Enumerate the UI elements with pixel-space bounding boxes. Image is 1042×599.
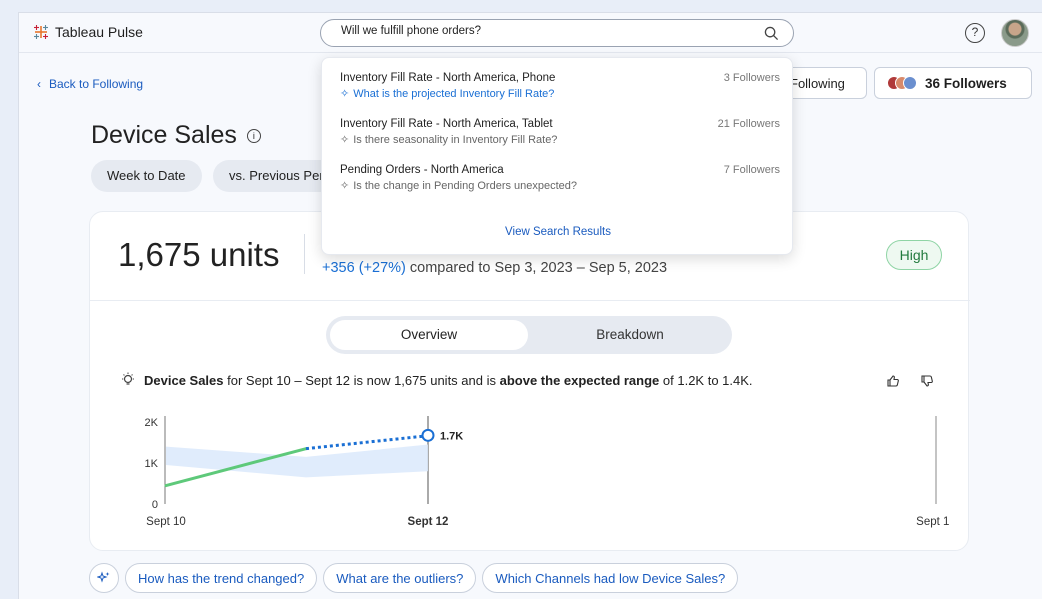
app-name: Tableau Pulse: [55, 24, 143, 40]
back-link-label: Back to Following: [49, 77, 144, 91]
divider: [90, 300, 970, 301]
search-icon[interactable]: [764, 26, 779, 41]
trend-chart: 2K 1K 0 1.7K Sept 10 Sept 12 Sept 16: [145, 416, 950, 528]
suggestion-chip[interactable]: Which Channels had low Device Sales?: [482, 563, 739, 593]
insight-text: Device Sales for Sept 10 – Sept 12 is no…: [120, 372, 753, 388]
metric-delta: +356: [322, 260, 355, 276]
insight-metric: Device Sales: [144, 372, 224, 388]
back-link[interactable]: ‹ Back to Following: [37, 77, 143, 91]
lightbulb-icon: [122, 372, 134, 385]
status-badge: High: [886, 240, 942, 270]
sparkle-icon: ✧: [340, 134, 350, 146]
metric-comparison: +356 (+27%) compared to Sep 3, 2023 – Se…: [322, 260, 667, 276]
search-suggestions-dropdown: Inventory Fill Rate - North America, Pho…: [321, 57, 793, 255]
insight-emphasis: above the expected range: [499, 372, 660, 388]
result-title: Pending Orders - North America: [340, 164, 504, 176]
user-avatar[interactable]: [1001, 19, 1029, 47]
insight-text-a: for Sept 10 – Sept 12 is now 1,675 units…: [227, 372, 496, 388]
tableau-logo-icon: [34, 25, 48, 39]
x-tick-label: Sept 16: [916, 516, 950, 528]
insight-text-b: of 1.2K to 1.4K.: [662, 372, 753, 388]
projected-series-line: [305, 434, 423, 451]
tab-overview[interactable]: Overview: [330, 320, 528, 350]
result-question-text: Is there seasonality in Inventory Fill R…: [353, 133, 558, 146]
date-range-filter[interactable]: Week to Date: [91, 160, 202, 192]
expected-range-band: [166, 444, 428, 478]
result-question[interactable]: ✧ Is there seasonality in Inventory Fill…: [340, 133, 780, 147]
sparkle-button[interactable]: [89, 563, 119, 593]
metric-card: 1,675 units +356 (+27%) compared to Sep …: [89, 211, 970, 551]
suggestion-row: How has the trend changed? What are the …: [89, 563, 739, 593]
top-bar: Tableau Pulse ?: [19, 13, 1042, 53]
search-result-item[interactable]: Inventory Fill Rate - North America, Pho…: [340, 72, 780, 100]
x-tick-label: Sept 10: [146, 516, 186, 528]
search-box[interactable]: [320, 19, 794, 47]
result-question-text: What is the projected Inventory Fill Rat…: [353, 87, 555, 100]
search-input[interactable]: [341, 25, 741, 37]
y-tick-label: 0: [152, 499, 158, 511]
follower-avatars: [887, 76, 917, 90]
follower-avatar: [903, 76, 917, 90]
suggestion-chip[interactable]: What are the outliers?: [323, 563, 477, 593]
search-result-item[interactable]: Inventory Fill Rate - North America, Tab…: [340, 118, 780, 146]
result-followers: 21 Followers: [717, 118, 780, 130]
result-question[interactable]: ✧ What is the projected Inventory Fill R…: [340, 87, 780, 101]
metric-value: 1,675 units: [118, 236, 280, 273]
tab-breakdown[interactable]: Breakdown: [532, 320, 728, 350]
metric-compare-text: compared to Sep 3, 2023 – Sep 5, 2023: [409, 260, 668, 276]
thumbs-down-icon[interactable]: [920, 374, 934, 388]
result-question-text: Is the change in Pending Orders unexpect…: [353, 179, 578, 192]
followers-count: 36 Followers: [925, 75, 1007, 91]
search-result-item[interactable]: Pending Orders - North America ✧ Is the …: [340, 164, 780, 192]
info-icon[interactable]: i: [246, 128, 261, 143]
sparkle-icon: [97, 571, 110, 583]
followers-button[interactable]: 36 Followers: [874, 67, 1032, 99]
view-toggle: Overview Breakdown: [326, 316, 732, 354]
chevron-left-icon: ‹: [37, 77, 41, 91]
result-title: Inventory Fill Rate - North America, Pho…: [340, 72, 556, 84]
thumbs-up-icon[interactable]: [886, 374, 900, 388]
view-search-results-link[interactable]: View Search Results: [322, 226, 794, 238]
result-title: Inventory Fill Rate - North America, Tab…: [340, 118, 553, 130]
brand[interactable]: Tableau Pulse: [33, 24, 143, 40]
help-icon[interactable]: ?: [965, 23, 985, 43]
sparkle-icon: ✧: [340, 180, 350, 192]
page-title-text: Device Sales: [91, 121, 237, 149]
point-label: 1.7K: [440, 430, 463, 442]
divider: [304, 234, 305, 274]
y-tick-label: 2K: [145, 417, 159, 429]
result-followers: 7 Followers: [723, 164, 780, 176]
result-question[interactable]: ✧ Is the change in Pending Orders unexpe…: [340, 179, 780, 193]
sparkle-icon: ✧: [340, 88, 350, 100]
metric-delta-pct: (+27%): [358, 260, 406, 276]
app-window: Tableau Pulse ? ‹ Back to Following Devi…: [18, 12, 1042, 599]
page-title: Device Sales i: [91, 121, 261, 150]
x-tick-label: Sept 12: [408, 516, 449, 528]
result-followers: 3 Followers: [723, 72, 780, 84]
suggestion-chip[interactable]: How has the trend changed?: [125, 563, 318, 593]
current-point-marker: [421, 428, 435, 442]
y-tick-label: 1K: [145, 458, 159, 470]
